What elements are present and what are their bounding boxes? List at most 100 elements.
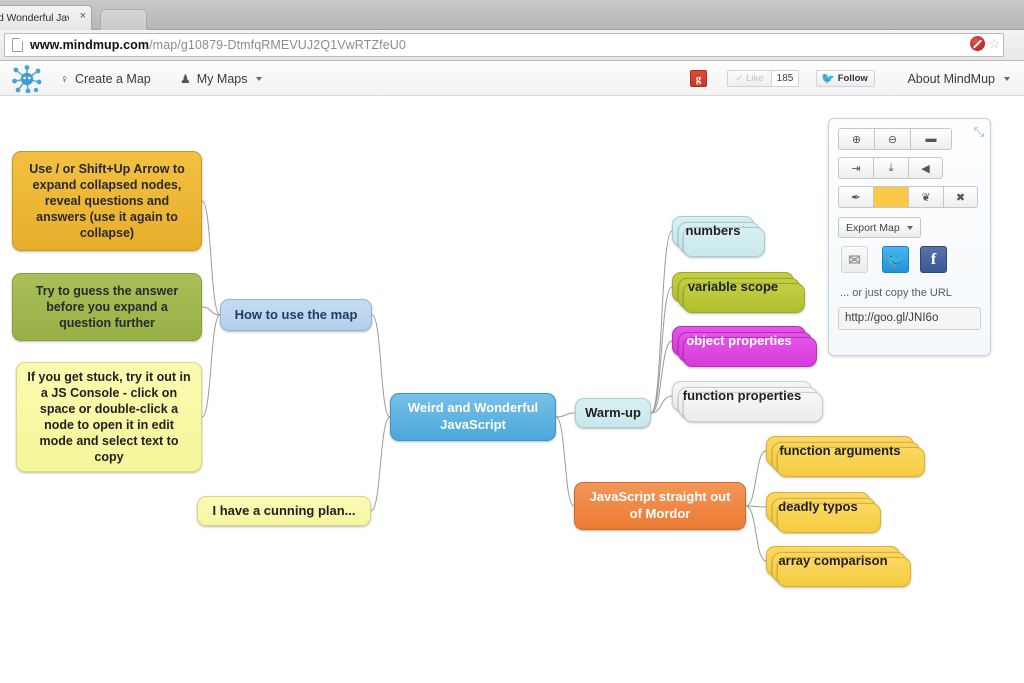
mindmap-connector [746,451,766,506]
mindmap-connector [202,315,220,417]
mindmap-connector [556,417,574,506]
mindmap-node-label: How to use the map [235,307,358,324]
share-twitter-button[interactable]: 🐦 [882,246,909,273]
mindmap-node-function-arguments[interactable]: function arguments [766,436,914,466]
new-tab-button[interactable] [100,9,147,30]
style-button-group: ✒ ❦ ✖ [838,186,978,208]
mindmap-node-label: deadly typos [778,499,857,516]
zoom-in-button[interactable]: ⊕ [838,128,874,150]
url-path: /map/g10879-DtmfqRMEVUJ2Q1VwRTZfeU0 [149,38,406,52]
mindmap-node-tip-expand[interactable]: Use / or Shift+Up Arrow to expand collap… [12,151,202,251]
chevron-down-icon [1004,77,1010,81]
create-a-map-label: Create a Map [75,72,151,86]
about-mindmup-menu[interactable]: About MindMup [907,61,1010,96]
mindmap-node-label: If you get stuck, try it out in a JS Con… [26,369,192,465]
mindmap-connector [371,417,390,511]
mindmap-node-deadly-typos[interactable]: deadly typos [766,492,870,522]
mindmap-connector [202,201,220,315]
twitter-icon: 🐦 [883,247,908,272]
facebook-icon: f [921,247,946,272]
mindmap-node-label: Try to guess the answer before you expan… [22,283,192,331]
leaf-icon-button[interactable]: ❦ [908,186,943,208]
mindmup-logo[interactable] [12,65,42,93]
mindmap-connector [746,506,766,561]
mindmap-node-function-properties[interactable]: function properties [672,381,812,411]
mindmap-node-cunning-plan[interactable]: I have a cunning plan... [197,496,371,526]
mindmap-node-mordor[interactable]: JavaScript straight out of Mordor [574,482,746,530]
zoom-reset-button[interactable]: ▬ [910,128,952,150]
share-email-button[interactable]: ✉ [841,246,868,273]
mindmap-node-how-to-use[interactable]: How to use the map [220,299,372,331]
color-swatch-button[interactable] [873,186,908,208]
export-map-label: Export Map [846,222,900,234]
mindmap-node-numbers[interactable]: numbers [672,216,754,246]
chevron-down-icon [907,226,913,230]
like-count-badge: 185 [771,70,799,87]
mail-icon: ✉ [842,247,867,272]
browser-tab-strip: d Wonderful Java × [0,0,1024,30]
mindmap-node-label: Use / or Shift+Up Arrow to expand collap… [22,161,192,241]
mindmap-node-label: JavaScript straight out of Mordor [584,489,736,522]
browser-url-bar: www.mindmup.com/map/g10879-DtmfqRMEVUJ2Q… [0,30,1024,61]
mindmap-node-label: numbers [686,223,741,240]
lightbulb-icon: ♀ [60,72,69,86]
node-action-group: ⇥ ⤓ ◀ [838,157,943,179]
mindmap-node-tip-guess[interactable]: Try to guess the answer before you expan… [12,273,202,341]
about-mindmup-label: About MindMup [907,72,995,86]
mindmap-node-label: Warm-up [585,405,641,422]
facebook-like-button[interactable]: ✓ Like [727,70,771,87]
zoom-out-button[interactable]: ⊖ [874,128,910,150]
mindmap-node-tip-stuck[interactable]: If you get stuck, try it out in a JS Con… [16,362,202,472]
page-icon [12,38,23,52]
mindmap-node-label: Weird and Wonderful JavaScript [400,400,546,433]
share-url-input[interactable]: http://goo.gl/JNI6o [838,307,981,330]
mindmap-node-label: object properties [686,333,791,350]
app-header: ♀ Create a Map ♟ My Maps g ✓ Like 185 🐦 … [0,61,1024,96]
mindmap-connector [651,231,672,413]
user-icon: ♟ [180,72,191,86]
browser-tab[interactable]: d Wonderful Java × [0,5,92,30]
url-host: www.mindmup.com [30,38,149,52]
mindmap-node-object-properties[interactable]: object properties [672,326,806,356]
create-a-map-button[interactable]: ♀ Create a Map [60,61,151,96]
google-plus-button[interactable]: g [690,70,707,87]
follow-label: Follow [838,71,868,87]
export-map-button[interactable]: Export Map [838,217,921,238]
adblock-icon[interactable] [970,36,985,51]
mindmap-connector [746,506,766,507]
mindmap-node-label: I have a cunning plan... [212,503,355,520]
mindmap-node-warm-up[interactable]: Warm-up [575,398,651,428]
url-text: www.mindmup.com/map/g10879-DtmfqRMEVUJ2Q… [30,38,406,52]
mindmap-node-array-comparison[interactable]: array comparison [766,546,900,576]
mindmap-connector [651,287,672,413]
twitter-bird-icon: 🐦 [821,71,835,87]
collapse-node-button[interactable]: ◀ [908,157,943,179]
browser-window: d Wonderful Java × www.mindmup.com/map/g… [0,0,1024,683]
my-maps-label: My Maps [197,72,248,86]
share-facebook-button[interactable]: f [920,246,947,273]
url-input[interactable]: www.mindmup.com/map/g10879-DtmfqRMEVUJ2Q… [4,33,1004,57]
bookmark-star-icon[interactable]: ☆ [988,37,1000,50]
url-bar-icons: ☆ [970,36,1000,51]
mindmap-node-label: function properties [683,388,801,405]
my-maps-menu[interactable]: ♟ My Maps [180,61,262,96]
mindmap-node-root[interactable]: Weird and Wonderful JavaScript [390,393,556,441]
mindmap-node-label: function arguments [779,443,900,460]
pencil-icon-button[interactable]: ✒ [838,186,873,208]
collapse-panel-icon[interactable]: ⤡ [974,124,984,140]
mindmap-connector [556,413,575,417]
mindmap-connector [372,315,390,417]
zoom-button-group: ⊕ ⊖ ▬ [838,128,952,150]
close-icon[interactable]: × [80,11,86,22]
browser-tab-title: d Wonderful Java [0,12,69,24]
clear-style-button[interactable]: ✖ [943,186,978,208]
mindmap-node-label: array comparison [778,553,887,570]
map-toolbar-panel: ⤡ ⊕ ⊖ ▬ ⇥ ⤓ ◀ ✒ ❦ ✖ Export Map ✉ 🐦 f [828,118,991,356]
copy-url-label: ... or just copy the URL [840,287,952,299]
mindmap-node-variable-scope[interactable]: variable scope [672,272,794,302]
add-child-button[interactable]: ⤓ [873,157,908,179]
mindmap-node-label: variable scope [688,279,778,296]
add-sibling-button[interactable]: ⇥ [838,157,873,179]
twitter-follow-button[interactable]: 🐦 Follow [816,70,875,87]
chevron-down-icon [256,77,262,81]
